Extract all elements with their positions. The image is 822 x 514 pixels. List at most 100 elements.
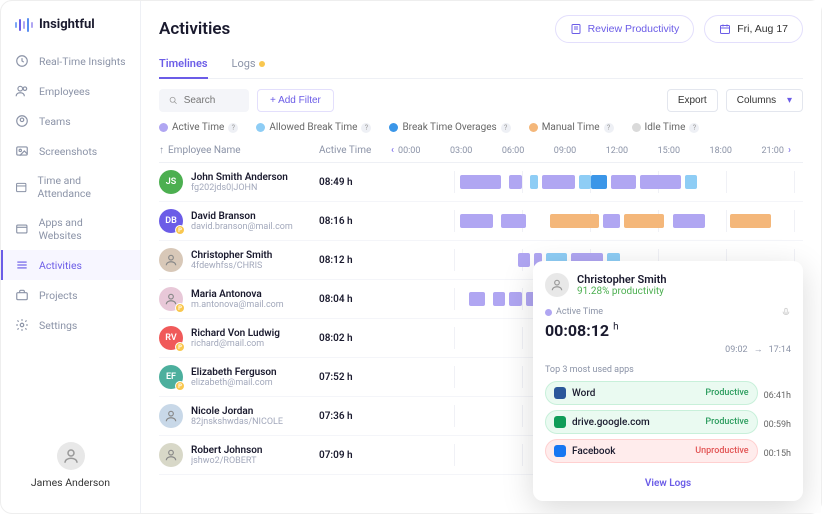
time-label: 00:00 xyxy=(398,146,420,156)
sidebar-item-settings[interactable]: Settings xyxy=(1,310,140,340)
sidebar: Insightful Real-Time InsightsEmployeesTe… xyxy=(1,1,141,513)
timeline-segment[interactable] xyxy=(603,214,619,228)
timeline-segment[interactable] xyxy=(685,175,697,189)
badge-icon: P xyxy=(175,225,185,235)
sidebar-item-activities[interactable]: Activities xyxy=(1,250,140,280)
app-pill[interactable]: Word Productive xyxy=(545,381,758,405)
search-input[interactable] xyxy=(184,95,239,106)
employee-name: Maria Antonova xyxy=(191,289,284,300)
col-employee-name[interactable]: ↑ Employee Name xyxy=(159,145,319,156)
help-icon[interactable]: ? xyxy=(689,123,699,133)
time-label: 15:00 xyxy=(658,146,680,156)
date-picker-button[interactable]: Fri, Aug 17 xyxy=(704,15,803,43)
briefcase-icon xyxy=(15,288,29,302)
review-productivity-button[interactable]: Review Productivity xyxy=(555,15,695,43)
timeline-segment[interactable] xyxy=(493,292,505,306)
avatar: EFP xyxy=(159,365,183,389)
badge-icon: P xyxy=(175,381,185,391)
timeline-next-button[interactable]: › xyxy=(784,145,795,156)
employee-sub: 82jnskshwdas/NICOLE xyxy=(191,417,283,427)
tab-logs[interactable]: Logs xyxy=(232,51,265,78)
col-active-time[interactable]: Active Time xyxy=(319,145,379,156)
timeline-segment[interactable] xyxy=(673,214,706,228)
image-icon xyxy=(15,144,29,158)
timeline-segment[interactable] xyxy=(509,175,521,189)
timeline-segment[interactable] xyxy=(579,175,591,189)
active-time-value: 07:09 h xyxy=(319,450,379,461)
avatar xyxy=(159,248,183,272)
sidebar-item-employees[interactable]: Employees xyxy=(1,76,140,106)
timeline-segment[interactable] xyxy=(542,175,575,189)
avatar: JS xyxy=(159,170,183,194)
timeline-segment[interactable] xyxy=(730,214,771,228)
popover-avatar xyxy=(545,273,569,297)
timeline-segment[interactable] xyxy=(624,214,665,228)
search-box[interactable] xyxy=(159,89,249,112)
app-duration: 00:59h xyxy=(764,420,791,430)
timeline-segment[interactable] xyxy=(509,292,521,306)
table-row[interactable]: JSJohn Smith Andersonfg202jds0|JOHN 08:4… xyxy=(159,163,803,202)
sidebar-item-time-and-attendance[interactable]: Time and Attendance xyxy=(1,166,140,208)
employee-sub: elizabeth@mail.com xyxy=(191,378,277,388)
help-icon[interactable]: ? xyxy=(604,123,614,133)
user-footer[interactable]: James Anderson xyxy=(1,430,140,501)
timeline-segment[interactable] xyxy=(460,175,501,189)
tab-timelines[interactable]: Timelines xyxy=(159,51,208,78)
timeline-segment[interactable] xyxy=(530,175,538,189)
time-label: 12:00 xyxy=(606,146,628,156)
add-filter-button[interactable]: + Add Filter xyxy=(257,89,334,112)
help-icon[interactable]: ? xyxy=(501,123,511,133)
logo: Insightful xyxy=(1,13,140,46)
timeline-segment[interactable] xyxy=(640,175,681,189)
timeline-segment[interactable] xyxy=(469,292,485,306)
nav: Real-Time InsightsEmployeesTeamsScreensh… xyxy=(1,46,140,430)
timeline-segment[interactable] xyxy=(518,253,530,267)
search-icon xyxy=(169,95,178,106)
timeline-segment[interactable] xyxy=(591,175,607,189)
popover-productivity: 91.28% productivity xyxy=(577,286,667,297)
avatar: RVP xyxy=(159,326,183,350)
users-icon xyxy=(15,84,29,98)
team-icon xyxy=(15,114,29,128)
legend-item: Allowed Break Time? xyxy=(256,122,371,133)
columns-button[interactable]: Columns ▾ xyxy=(726,89,803,112)
calendar-icon xyxy=(719,23,731,35)
sidebar-item-real-time-insights[interactable]: Real-Time Insights xyxy=(1,46,140,76)
help-icon[interactable]: ? xyxy=(361,123,371,133)
view-logs-link[interactable]: View Logs xyxy=(545,478,791,489)
timeline-segment[interactable] xyxy=(611,175,635,189)
app-pill[interactable]: Facebook Unproductive xyxy=(545,439,758,463)
app-duration: 00:15h xyxy=(764,449,791,459)
time-labels: 00:0003:0006:0009:0012:0015:0018:0021:00 xyxy=(398,146,784,156)
app-row: Word Productive 06:41h xyxy=(545,381,791,410)
col-timeline: ‹ 00:0003:0006:0009:0012:0015:0018:0021:… xyxy=(379,145,803,156)
brand-name: Insightful xyxy=(39,17,95,32)
sidebar-item-apps-and-websites[interactable]: Apps and Websites xyxy=(1,208,140,250)
header-actions: Review Productivity Fri, Aug 17 xyxy=(555,15,803,43)
employee-name: Richard Von Ludwig xyxy=(191,328,280,339)
popover-time-range: 09:02 → 17:14 xyxy=(545,344,791,355)
sidebar-item-screenshots[interactable]: Screenshots xyxy=(1,136,140,166)
timeline-segment[interactable] xyxy=(550,214,599,228)
active-time-value: 08:12 h xyxy=(319,255,379,266)
timeline-segment[interactable] xyxy=(460,214,493,228)
timeline-cell xyxy=(379,210,803,232)
app-duration: 06:41h xyxy=(764,391,791,401)
timeline-segment[interactable] xyxy=(501,214,525,228)
app-pill[interactable]: drive.google.com Productive xyxy=(545,410,758,434)
tabs: Timelines Logs xyxy=(159,51,803,79)
export-button[interactable]: Export xyxy=(667,89,718,112)
arrow-right-icon: → xyxy=(754,344,763,355)
time-label: 03:00 xyxy=(450,146,472,156)
table-row[interactable]: DBPDavid Bransondavid.branson@mail.com 0… xyxy=(159,202,803,241)
help-icon[interactable]: ? xyxy=(228,123,238,133)
time-label: 21:00 xyxy=(761,146,783,156)
active-time-value: 08:02 h xyxy=(319,333,379,344)
employee-name: David Branson xyxy=(191,211,293,222)
table-header: ↑ Employee Name Active Time ‹ 00:00 03:00… xyxy=(159,141,803,163)
employee-sub: m.antonova@mail.com xyxy=(191,300,284,310)
chevron-down-icon: ▾ xyxy=(787,95,792,106)
timeline-prev-button[interactable]: ‹ xyxy=(387,145,398,156)
sidebar-item-teams[interactable]: Teams xyxy=(1,106,140,136)
sidebar-item-projects[interactable]: Projects xyxy=(1,280,140,310)
